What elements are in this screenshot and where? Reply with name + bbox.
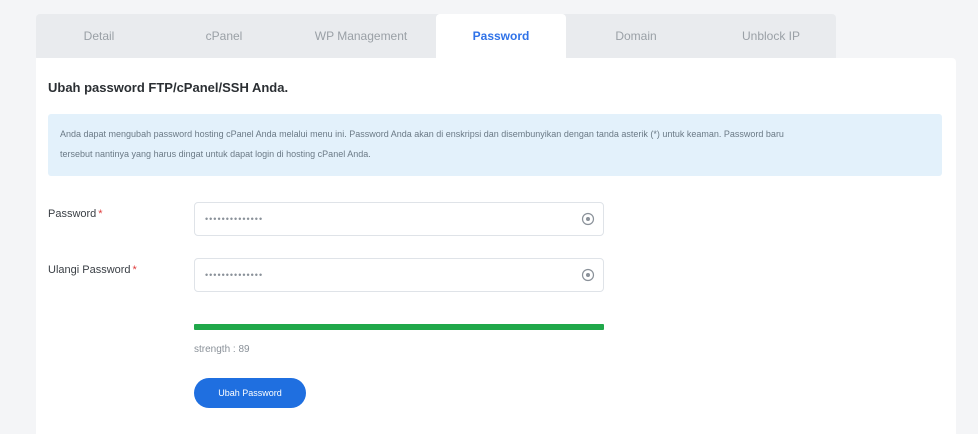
tab-detail[interactable]: Detail xyxy=(36,14,162,58)
password-label-text: Password xyxy=(48,208,97,220)
tab-bar: Detail cPanel WP Management Password Dom… xyxy=(36,14,836,58)
required-asterisk: * xyxy=(132,264,137,276)
info-text-line-2: tersebut nantinya yang harus dingat untu… xyxy=(60,149,371,159)
confirm-password-label-text: Ulangi Password xyxy=(48,264,131,276)
password-strength-text: strength : 89 xyxy=(194,344,250,355)
eye-icon[interactable] xyxy=(581,212,595,226)
tab-domain[interactable]: Domain xyxy=(566,14,706,58)
page-title: Ubah password FTP/cPanel/SSH Anda. xyxy=(48,80,289,95)
eye-icon[interactable] xyxy=(581,268,595,282)
password-strength-fill xyxy=(194,324,604,330)
tab-unblock-ip[interactable]: Unblock IP xyxy=(706,14,836,58)
required-asterisk: * xyxy=(98,208,103,220)
password-strength-bar xyxy=(194,324,604,330)
confirm-password-input[interactable] xyxy=(205,267,555,283)
info-text-line-1: Anda dapat mengubah password hosting cPa… xyxy=(60,129,784,139)
tab-password[interactable]: Password xyxy=(436,14,566,58)
hosting-settings-frame: Detail cPanel WP Management Password Dom… xyxy=(0,0,978,434)
tab-wp-management[interactable]: WP Management xyxy=(286,14,436,58)
password-field[interactable] xyxy=(194,202,604,236)
info-alert: Anda dapat mengubah password hosting cPa… xyxy=(48,114,942,176)
confirm-password-label: Ulangi Password * xyxy=(48,264,137,276)
password-label: Password * xyxy=(48,208,103,220)
tab-cpanel[interactable]: cPanel xyxy=(162,14,286,58)
confirm-password-field[interactable] xyxy=(194,258,604,292)
password-panel: Ubah password FTP/cPanel/SSH Anda. Anda … xyxy=(36,58,956,434)
password-input[interactable] xyxy=(205,211,555,227)
change-password-button[interactable]: Ubah Password xyxy=(194,378,306,408)
